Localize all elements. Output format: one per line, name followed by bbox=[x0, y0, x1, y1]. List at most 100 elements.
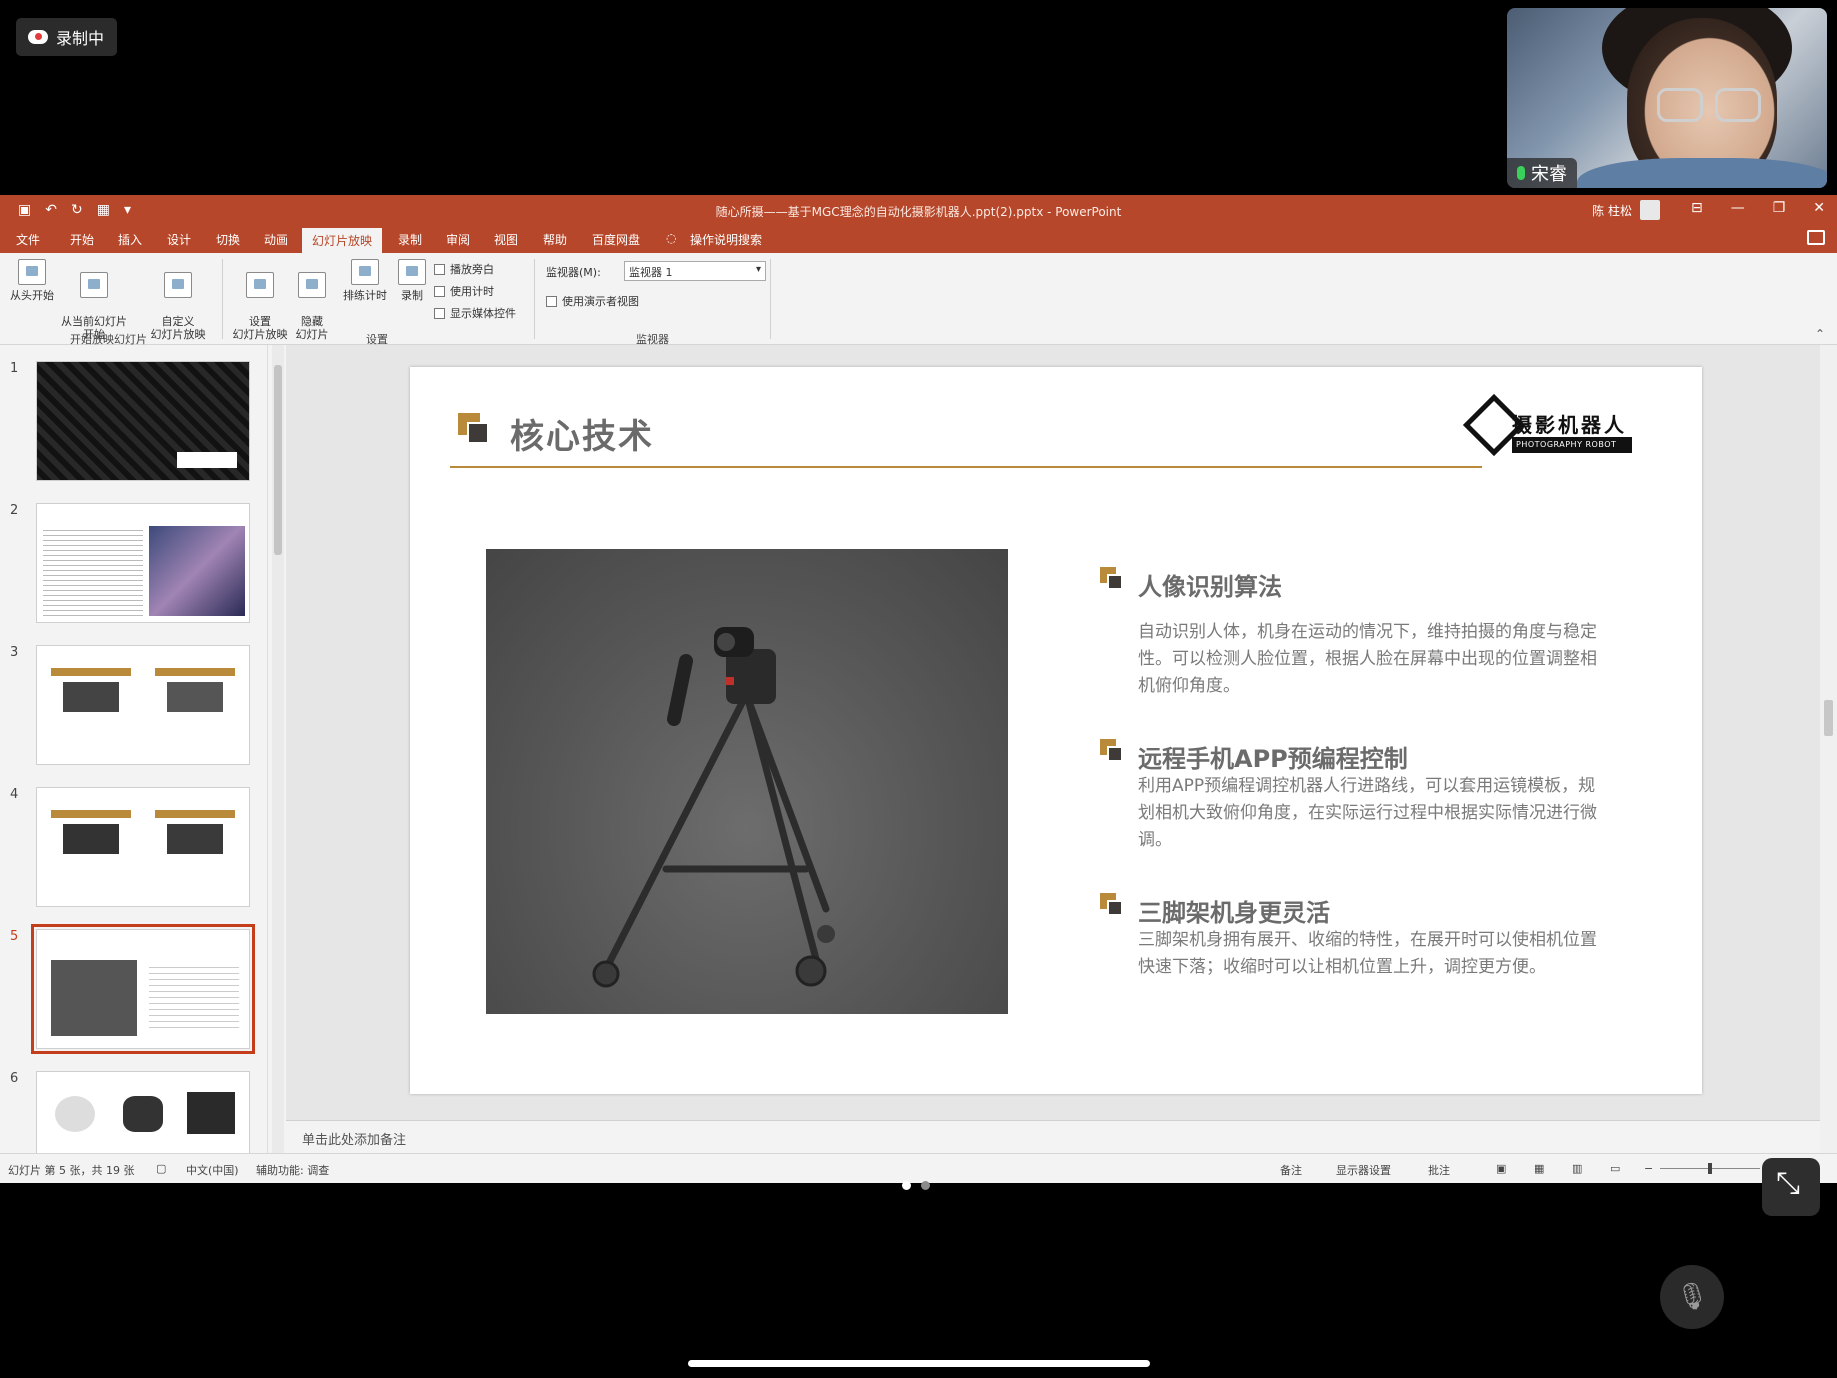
tell-me-search[interactable]: 操作说明搜索 bbox=[690, 231, 762, 248]
from-beginning-button[interactable]: 从头开始 bbox=[8, 259, 56, 302]
zoom-out-icon[interactable]: − bbox=[1644, 1162, 1653, 1175]
rehearse-label: 排练计时 bbox=[343, 289, 387, 302]
normal-view-icon[interactable]: ▣ bbox=[1496, 1162, 1506, 1175]
thumb-number: 5 bbox=[10, 929, 19, 944]
feature-2-body: 利用APP预编程调控机器人行进路线，可以套用运镜模板，规划相机大致俯仰角度，在实… bbox=[1138, 776, 1597, 850]
participant-name: 宋睿 bbox=[1531, 164, 1567, 185]
slide-title: 核心技术 bbox=[510, 417, 654, 457]
tab-help[interactable]: 帮助 bbox=[543, 231, 567, 248]
monitor-select[interactable]: 监视器 1 bbox=[624, 261, 766, 281]
fullscreen-toggle-button[interactable] bbox=[1762, 1158, 1820, 1216]
glasses-left bbox=[1657, 88, 1703, 122]
tab-view[interactable]: 视图 bbox=[494, 231, 518, 248]
play-from-start-icon bbox=[18, 259, 46, 285]
ribbon-tabs: 文件 开始 插入 设计 切换 动画 幻灯片放映 录制 审阅 视图 帮助 百度网盘… bbox=[0, 225, 1837, 253]
glasses-right bbox=[1715, 88, 1761, 122]
accessibility-status[interactable]: 辅助功能: 调查 bbox=[256, 1162, 329, 1178]
document-title: 随心所摄——基于MGC理念的自动化摄影机器人.ppt(2).pptx - Pow… bbox=[715, 205, 1122, 219]
rehearse-timings-button[interactable]: 排练计时 bbox=[340, 259, 390, 302]
custom-slideshow-button[interactable]: 自定义 幻灯片放映 bbox=[138, 259, 218, 341]
slide-vertical-scrollbar[interactable] bbox=[1820, 345, 1837, 1153]
cloud-record-icon bbox=[28, 30, 48, 44]
record-label: 录制 bbox=[401, 289, 423, 302]
ribbon: 从头开始 从当前幻灯片 开始 自定义 幻灯片放映 开始放映幻灯片 设置 幻灯片放… bbox=[0, 253, 1837, 346]
thumb-number: 3 bbox=[10, 645, 19, 660]
thumb-number: 4 bbox=[10, 787, 19, 802]
tab-record[interactable]: 录制 bbox=[398, 231, 422, 248]
feature-2-icon bbox=[1100, 739, 1130, 769]
feature-1-title: 人像识别算法 bbox=[1138, 573, 1282, 601]
tab-file[interactable]: 文件 bbox=[16, 231, 40, 248]
language-indicator[interactable]: 中文(中国) bbox=[186, 1162, 239, 1178]
play-from-current-icon bbox=[80, 272, 108, 298]
comments-icon[interactable] bbox=[1807, 230, 1825, 245]
reading-view-icon[interactable]: ▥ bbox=[1572, 1162, 1582, 1175]
comments-toggle[interactable]: 批注 bbox=[1428, 1162, 1450, 1178]
recording-label: 录制中 bbox=[56, 29, 105, 48]
home-indicator[interactable] bbox=[688, 1360, 1150, 1367]
photography-robot-logo: 摄影机器人 PHOTOGRAPHY ROBOT bbox=[1462, 393, 1632, 473]
slide-thumbnail-4[interactable] bbox=[36, 787, 250, 907]
notes-pane[interactable]: 单击此处添加备注 bbox=[286, 1120, 1820, 1153]
tab-transitions[interactable]: 切换 bbox=[216, 231, 240, 248]
user-name[interactable]: 陈 柱松 bbox=[1592, 202, 1632, 219]
setup-slideshow-button[interactable]: 设置 幻灯片放映 bbox=[228, 259, 292, 341]
close-button[interactable]: ✕ bbox=[1813, 200, 1825, 216]
current-slide[interactable]: 核心技术 摄影机器人 PHOTOGRAPHY ROBOT 人像识别算法 自动识别… bbox=[410, 367, 1702, 1094]
feature-3-title: 三脚架机身更灵活 bbox=[1138, 899, 1330, 927]
tab-slideshow[interactable]: 幻灯片放映 bbox=[302, 228, 383, 253]
show-media-controls-checkbox[interactable]: 显示媒体控件 bbox=[434, 305, 516, 321]
zoom-slider-thumb[interactable] bbox=[1708, 1163, 1712, 1174]
window-controls: ⊟ — ❐ ✕ bbox=[1691, 200, 1825, 216]
ribbon-display-icon[interactable]: ⊟ bbox=[1691, 200, 1703, 216]
lightbulb-icon: ◌ bbox=[666, 231, 677, 245]
restore-button[interactable]: ❐ bbox=[1773, 200, 1786, 216]
collapse-ribbon-icon[interactable]: ⌃ bbox=[1815, 327, 1825, 341]
thumb-number: 6 bbox=[10, 1071, 19, 1086]
display-settings[interactable]: 显示器设置 bbox=[1336, 1162, 1391, 1178]
slide-thumbnail-6[interactable] bbox=[36, 1071, 250, 1153]
tab-review[interactable]: 审阅 bbox=[446, 231, 470, 248]
setup-label: 设置 幻灯片放映 bbox=[232, 315, 288, 341]
record-icon bbox=[398, 259, 426, 285]
tab-design[interactable]: 设计 bbox=[167, 231, 191, 248]
thumbnails-scrollbar[interactable] bbox=[272, 345, 284, 1153]
presenter-view-checkbox[interactable]: 使用演示者视图 bbox=[546, 293, 639, 309]
user-avatar[interactable] bbox=[1640, 200, 1660, 220]
powerpoint-window: ▣ ↶ ↻ ▦ ▾ 随心所摄——基于MGC理念的自动化摄影机器人.ppt(2).… bbox=[0, 195, 1837, 1183]
slide-counter: 幻灯片 第 5 张，共 19 张 bbox=[8, 1164, 135, 1177]
slideshow-view-icon[interactable]: ▭ bbox=[1610, 1162, 1620, 1175]
use-timings-checkbox[interactable]: 使用计时 bbox=[434, 283, 494, 299]
recording-badge: 录制中 bbox=[16, 18, 117, 56]
title-bar: ▣ ↶ ↻ ▦ ▾ 随心所摄——基于MGC理念的自动化摄影机器人.ppt(2).… bbox=[0, 195, 1837, 225]
slide-thumbnail-1[interactable] bbox=[36, 361, 250, 481]
record-button[interactable]: 录制 bbox=[396, 259, 428, 302]
tab-baidu-netdisk[interactable]: 百度网盘 bbox=[592, 231, 640, 248]
tab-animations[interactable]: 动画 bbox=[264, 231, 288, 248]
tab-home[interactable]: 开始 bbox=[70, 231, 94, 248]
webcam-video: 宋睿 bbox=[1507, 8, 1827, 188]
feature-1-icon bbox=[1100, 567, 1130, 597]
mic-active-icon bbox=[1517, 166, 1525, 180]
minimize-button[interactable]: — bbox=[1731, 200, 1745, 216]
mic-muted-button[interactable]: 🎙 bbox=[1660, 1265, 1724, 1329]
custom-show-icon bbox=[164, 272, 192, 298]
tripod-robot-image bbox=[486, 549, 1008, 1014]
participant-name-tag: 宋睿 bbox=[1507, 158, 1577, 188]
title-underline bbox=[450, 466, 1482, 468]
hide-slide-button[interactable]: 隐藏 幻灯片 bbox=[294, 259, 330, 341]
slide-thumbnail-5[interactable] bbox=[31, 924, 255, 1054]
notes-toggle[interactable]: 备注 bbox=[1280, 1162, 1302, 1178]
feature-3-body: 三脚架机身拥有展开、收缩的特性，在展开时可以使相机位置快速下落；收缩时可以让相机… bbox=[1138, 930, 1597, 977]
slide-thumbnail-2[interactable] bbox=[36, 503, 250, 623]
play-narrations-checkbox[interactable]: 播放旁白 bbox=[434, 261, 494, 277]
from-current-button[interactable]: 从当前幻灯片 开始 bbox=[58, 259, 130, 341]
slide-thumbnail-3[interactable] bbox=[36, 645, 250, 765]
status-bar: 幻灯片 第 5 张，共 19 张 ▢ 中文(中国) 辅助功能: 调查 备注 显示… bbox=[0, 1153, 1837, 1183]
tab-insert[interactable]: 插入 bbox=[118, 231, 142, 248]
slide-sorter-icon[interactable]: ▦ bbox=[1534, 1162, 1544, 1175]
spellcheck-icon[interactable]: ▢ bbox=[156, 1162, 166, 1175]
stopwatch-icon bbox=[351, 259, 379, 285]
hide-slide-label: 隐藏 幻灯片 bbox=[295, 315, 329, 341]
thumb-number: 1 bbox=[10, 361, 19, 376]
